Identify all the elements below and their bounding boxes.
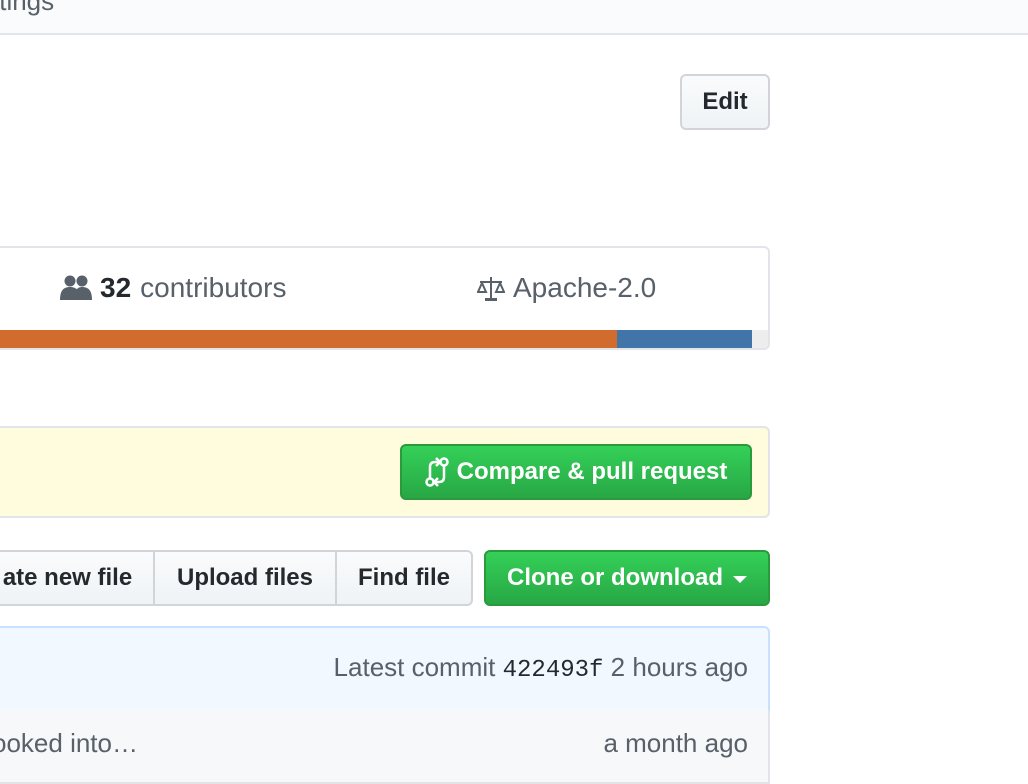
license-link[interactable]: Apache-2.0 bbox=[477, 272, 656, 304]
license-label: Apache-2.0 bbox=[513, 272, 657, 303]
latest-commit-info: Latest commit 422493f 2 hours ago bbox=[334, 652, 748, 684]
caret-down-icon bbox=[733, 575, 747, 583]
contributors-link[interactable]: 32 contributors bbox=[60, 272, 286, 304]
language-segment bbox=[0, 330, 617, 348]
compare-label: Compare & pull request bbox=[456, 458, 728, 485]
upload-files-button[interactable]: Upload files bbox=[153, 550, 337, 606]
clone-download-button[interactable]: Clone or download bbox=[484, 550, 770, 606]
clone-label: Clone or download bbox=[507, 564, 723, 591]
file-age: a month ago bbox=[603, 728, 748, 758]
find-file-button[interactable]: Find file bbox=[335, 550, 473, 606]
commit-time: 2 hours ago bbox=[610, 652, 748, 682]
contributors-label: contributors bbox=[140, 272, 287, 303]
latest-commit-bar: Latest commit 422493f 2 hours ago bbox=[0, 626, 770, 712]
file-row: ooked into… a month ago bbox=[0, 710, 770, 784]
repo-summary: 32 contributors Apache-2.0 bbox=[0, 246, 770, 350]
edit-button[interactable]: Edit bbox=[680, 74, 770, 130]
latest-commit-prefix: Latest commit bbox=[333, 652, 496, 682]
language-segment bbox=[616, 330, 753, 348]
commit-sha-link[interactable]: 422493f bbox=[503, 657, 604, 684]
commit-message-link[interactable]: ooked into… bbox=[0, 728, 138, 759]
language-segment bbox=[752, 330, 768, 348]
contributors-count: 32 bbox=[100, 272, 132, 303]
tab-settings[interactable]: ttings bbox=[0, 0, 54, 17]
file-actions-group: ate new file Upload files Find file bbox=[0, 550, 473, 606]
compare-pull-request-button[interactable]: Compare & pull request bbox=[400, 444, 752, 500]
create-new-file-button[interactable]: ate new file bbox=[0, 550, 155, 606]
people-icon bbox=[60, 275, 92, 300]
law-icon bbox=[477, 277, 505, 301]
language-bar[interactable] bbox=[0, 330, 768, 348]
repo-nav: ttings bbox=[0, 0, 1028, 35]
git-compare-icon bbox=[424, 457, 449, 487]
